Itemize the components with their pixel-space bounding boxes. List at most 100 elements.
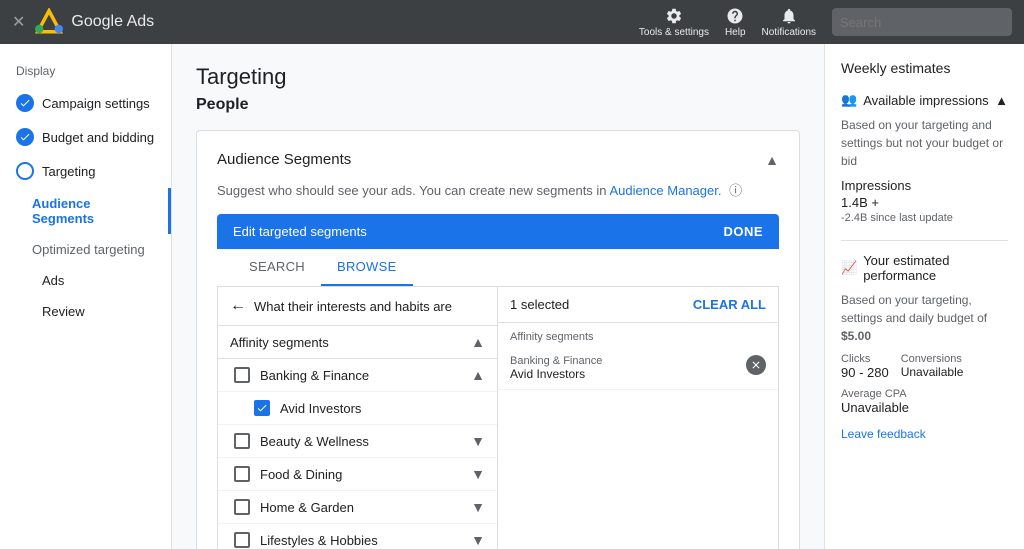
impressions-label: Impressions [841,178,1008,193]
lifestyles-expand-icon[interactable]: ▼ [471,532,485,548]
right-sidebar: Weekly estimates 👥 Available impressions… [824,44,1024,549]
list-item[interactable]: Banking & Finance ▲ [218,359,497,392]
impressions-sub: -2.4B since last update [841,212,1008,224]
list-item[interactable]: Lifestyles & Hobbies ▼ [218,524,497,549]
segments-container: ← What their interests and habits are Af… [217,287,779,549]
avid-investors-label: Avid Investors [280,401,361,416]
help-button[interactable]: Help [725,7,746,38]
topbar: ✕ Google Ads Tools & settings Help Notif… [0,0,1024,44]
home-expand-icon[interactable]: ▼ [471,499,485,515]
lifestyles-label: Lifestyles & Hobbies [260,533,378,548]
right-section-label: Affinity segments [498,323,778,347]
page-title: Targeting [196,64,800,90]
impressions-collapse-icon[interactable]: ▲ [995,93,1008,108]
performance-description: Based on your targeting, settings and da… [841,291,1008,345]
clicks-label: Clicks [841,353,889,365]
impressions-title: Available impressions [863,93,989,108]
performance-title: Your estimated performance [863,253,1008,283]
done-button[interactable]: DONE [723,224,763,239]
content-area: Targeting People Audience Segments ▲ Sug… [172,44,824,549]
impressions-header[interactable]: 👥 Available impressions ▲ [841,92,1008,108]
banking-expand-icon[interactable]: ▲ [471,367,485,383]
checkbox-lifestyles[interactable] [234,532,250,548]
divider [841,240,1008,241]
affinity-collapse-icon[interactable]: ▲ [471,334,485,350]
list-item[interactable]: Avid Investors [218,392,497,425]
conversions-metric: Conversions Unavailable [901,353,964,380]
metrics-row: Clicks 90 - 280 Conversions Unavailable [841,353,1008,380]
checkbox-avid-investors[interactable] [254,400,270,416]
search-box[interactable] [832,8,1012,36]
sidebar-item-ads[interactable]: Ads [0,265,171,296]
tools-settings-button[interactable]: Tools & settings [639,7,709,38]
sidebar-optimized-targeting-label: Optimized targeting [32,242,145,257]
sidebar-budget-bidding-label: Budget and bidding [42,130,154,145]
sidebar-item-review[interactable]: Review [0,296,171,327]
impressions-section: 👥 Available impressions ▲ Based on your … [841,92,1008,224]
leave-feedback-link[interactable]: Leave feedback [841,427,1008,441]
close-icon[interactable]: ✕ [12,12,25,32]
food-expand-icon[interactable]: ▼ [471,466,485,482]
checkbox-banking[interactable] [234,367,250,383]
back-label: What their interests and habits are [254,299,452,314]
checkbox-beauty[interactable] [234,433,250,449]
banking-label: Banking & Finance [260,368,369,383]
back-nav[interactable]: ← What their interests and habits are [218,287,497,326]
avg-cpa-value: Unavailable [841,400,1008,415]
right-panel: 1 selected CLEAR ALL Affinity segments B… [498,287,778,549]
left-panel: ← What their interests and habits are Af… [218,287,498,549]
people-icon: 👥 [841,92,857,108]
clicks-value: 90 - 280 [841,365,889,380]
beauty-expand-icon[interactable]: ▼ [471,433,485,449]
remove-tag-button[interactable] [746,355,766,375]
card-subtitle: Suggest who should see your ads. You can… [217,180,779,198]
beauty-label: Beauty & Wellness [260,434,369,449]
affinity-section-header: Affinity segments ▲ [218,326,497,359]
search-input[interactable] [840,15,1004,30]
main-layout: Display Campaign settings Budget and bid… [0,44,1024,549]
sidebar-item-optimized-targeting[interactable]: Optimized targeting [0,234,171,265]
notifications-button[interactable]: Notifications [762,7,816,38]
budget-amount: $5.00 [841,329,871,343]
list-item[interactable]: Food & Dining ▼ [218,458,497,491]
performance-header[interactable]: 📈 Your estimated performance [841,253,1008,283]
sidebar-ads-label: Ads [16,273,64,288]
sidebar-item-audience-segments[interactable]: Audience Segments [0,188,171,234]
home-label: Home & Garden [260,500,354,515]
sidebar-item-targeting[interactable]: Targeting [0,154,171,188]
help-icon[interactable]: ⓘ [729,180,745,196]
tab-browse[interactable]: BROWSE [321,249,413,286]
sidebar: Display Campaign settings Budget and bid… [0,44,172,549]
checkbox-home[interactable] [234,499,250,515]
collapse-icon[interactable]: ▲ [765,152,779,168]
clear-all-button[interactable]: CLEAR ALL [693,297,766,312]
list-item[interactable]: Home & Garden ▼ [218,491,497,524]
sidebar-item-budget-bidding[interactable]: Budget and bidding [0,120,171,154]
card-title-text: Audience Segments [217,151,351,168]
card-title-row: Audience Segments ▲ [217,151,779,168]
topbar-right: Tools & settings Help Notifications [639,7,1012,38]
selected-tag: Banking & Finance Avid Investors [498,347,778,390]
check-icon-2 [16,128,34,146]
performance-section: 📈 Your estimated performance Based on yo… [841,253,1008,441]
edit-bar-title: Edit targeted segments [233,224,367,239]
affinity-label: Affinity segments [230,335,329,350]
sidebar-item-campaign-settings[interactable]: Campaign settings [0,86,171,120]
app-title: Google Ads [71,13,154,31]
tabs-row: SEARCH BROWSE [217,249,779,287]
selected-tag-name: Avid Investors [510,367,602,381]
audience-manager-link[interactable]: Audience Manager. [609,183,721,198]
food-label: Food & Dining [260,467,342,482]
checkbox-food[interactable] [234,466,250,482]
clicks-metric: Clicks 90 - 280 [841,353,889,380]
affinity-items-list: Banking & Finance ▲ Avid Investors [218,359,497,549]
right-panel-header: 1 selected CLEAR ALL [498,287,778,323]
tab-search[interactable]: SEARCH [233,249,321,286]
circle-icon [16,162,34,180]
notifications-label: Notifications [762,27,816,38]
sidebar-audience-segments-label: Audience Segments [32,196,152,226]
impressions-value: 1.4B + [841,195,1008,210]
avg-cpa-label: Average CPA [841,388,1008,400]
list-item[interactable]: Beauty & Wellness ▼ [218,425,497,458]
help-label: Help [725,27,746,38]
